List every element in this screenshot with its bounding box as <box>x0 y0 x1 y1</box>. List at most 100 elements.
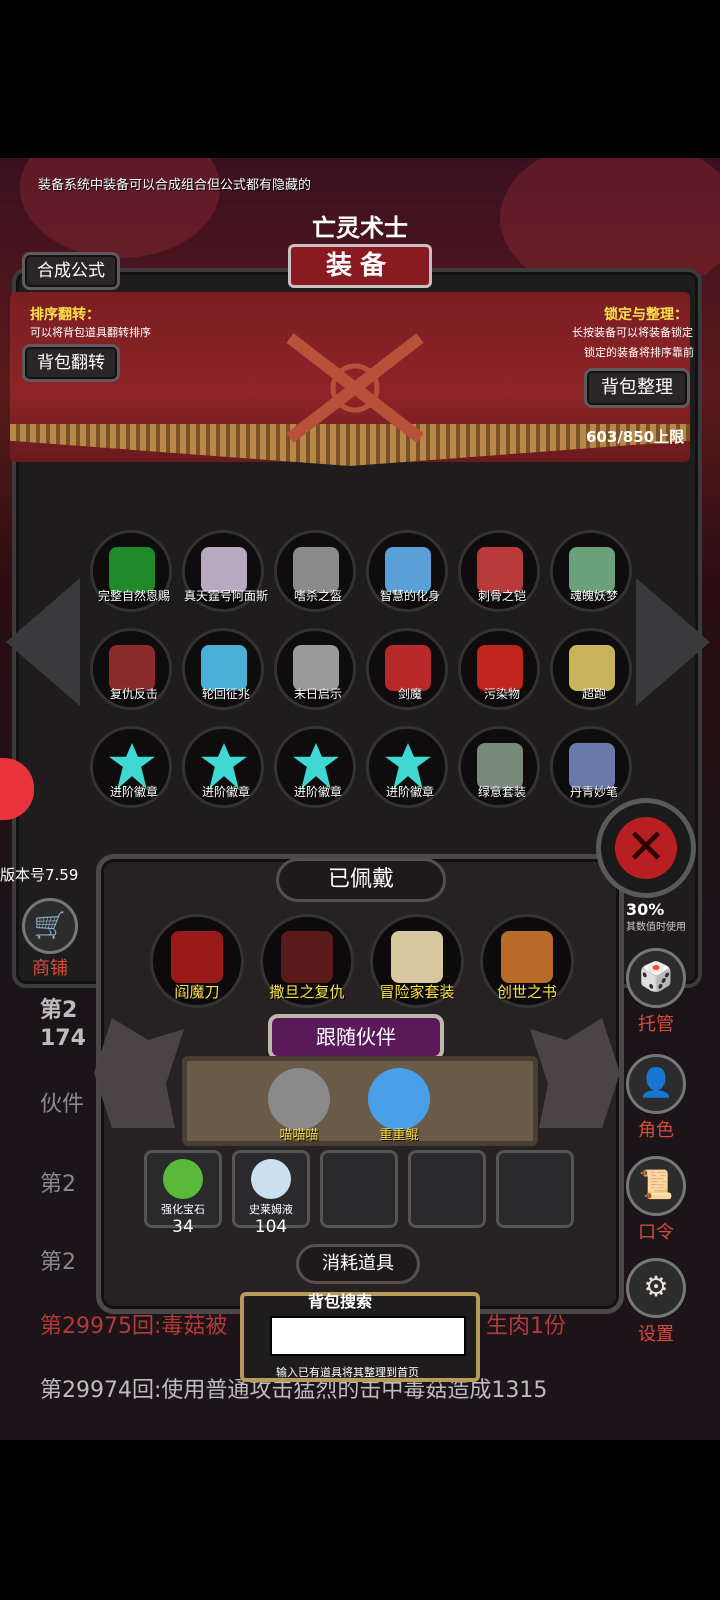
log-line: 174 <box>40 1026 86 1051</box>
shop-label: 商铺 <box>32 958 68 979</box>
partner-icon[interactable] <box>268 1068 330 1130</box>
inventory-item[interactable]: 轮回征兆 <box>182 628 264 710</box>
consumables-title: 消耗道具 <box>296 1244 420 1284</box>
item-name: 真天霆号阿面斯 <box>183 589 268 603</box>
item-name: 轮回征兆 <box>201 687 250 701</box>
consumable-count: 34 <box>172 1217 194 1237</box>
inventory-item[interactable]: 复仇反击 <box>90 628 172 710</box>
item-name: 魂魄妖梦 <box>569 589 618 603</box>
item-name: 丹青妙笔 <box>569 785 618 799</box>
equipped-gear-slot[interactable]: 创世之书 <box>480 914 574 1008</box>
inventory-item[interactable]: 智慧的化身 <box>366 530 448 612</box>
inventory-item[interactable]: 真天霆号阿面斯 <box>182 530 268 612</box>
character-button[interactable]: 👤 角色 <box>620 1054 692 1142</box>
consumable-slot[interactable]: 史莱姆液 104 <box>232 1150 310 1237</box>
sort-flip-title: 排序翻转： <box>30 307 100 323</box>
page-title: 装备 <box>288 244 432 288</box>
consumable-icon <box>163 1159 203 1199</box>
shop-icon: 🛒 <box>22 898 78 954</box>
lock-organize-desc1: 长按装备可以将装备锁定 <box>572 326 693 339</box>
auto-manage-button[interactable]: 🎲 托管 <box>620 948 692 1036</box>
synthesis-formula-button[interactable]: 合成公式 <box>22 252 120 290</box>
version-label: 版本号7.59 <box>0 866 79 884</box>
item-name: 智慧的化身 <box>379 589 440 603</box>
item-name: 末日启示 <box>293 687 342 701</box>
consumable-name: 强化宝石 <box>161 1203 205 1216</box>
equipped-title: 已佩戴 <box>276 858 446 902</box>
inventory-item[interactable]: 魂魄妖梦 <box>550 530 632 612</box>
equipped-gear-slot[interactable]: 撒旦之复仇 <box>260 914 354 1008</box>
shop-button[interactable]: 🛒 商铺 <box>20 898 80 980</box>
consumable-count: 104 <box>254 1217 288 1237</box>
item-name: 嗜杀之盔 <box>293 589 342 603</box>
lock-organize-title: 锁定与整理： <box>604 307 688 323</box>
close-icon: ✕ <box>615 817 677 879</box>
consumable-icon <box>251 1159 291 1199</box>
game-viewport: 装备系统中装备可以合成组合但公式都有隐藏的 第2 174 伙件 第2 第2 第2… <box>0 158 720 1440</box>
log-line: 第2 <box>40 998 78 1023</box>
gear-name: 撒旦之复仇 <box>269 983 345 1001</box>
settings-button[interactable]: ⚙ 设置 <box>620 1258 692 1346</box>
item-name: 进阶徽章 <box>201 785 250 799</box>
gear-icon <box>171 931 223 983</box>
partner-icon[interactable] <box>368 1068 430 1130</box>
gear-name: 阎魔刀 <box>174 983 220 1001</box>
consumable-slot[interactable] <box>408 1150 486 1228</box>
gear-icon <box>281 931 333 983</box>
password-label: 口令 <box>638 1222 674 1243</box>
close-button[interactable]: ✕ <box>596 798 696 898</box>
inventory-item[interactable]: 末日启示 <box>274 628 356 710</box>
consumable-slot[interactable]: 强化宝石 34 <box>144 1150 222 1237</box>
lock-organize-desc2: 锁定的装备将排序靠前 <box>584 346 694 359</box>
top-hint-text: 装备系统中装备可以合成组合但公式都有隐藏的 <box>38 178 312 193</box>
title-banner: 亡灵术士 装备 <box>244 204 476 308</box>
inventory-item[interactable]: 绿意套装 <box>458 726 540 808</box>
crossed-swords-emblem <box>286 333 424 443</box>
dice-icon: 🎲 <box>626 948 686 1008</box>
bag-search-input[interactable] <box>270 1316 466 1356</box>
inventory-item[interactable]: 进阶徽章 <box>90 726 172 808</box>
item-name: 剑魔 <box>397 687 422 701</box>
inventory-item[interactable]: 完整自然恩赐 <box>90 530 172 612</box>
item-name: 进阶徽章 <box>385 785 434 799</box>
percent-value: 30% <box>626 900 665 919</box>
item-name: 超跑 <box>581 687 606 701</box>
gear-name: 创世之书 <box>496 983 557 1001</box>
consumable-slot[interactable] <box>320 1150 398 1228</box>
equipped-gear-slot[interactable]: 阎魔刀 <box>150 914 244 1008</box>
gear-icon <box>391 931 443 983</box>
character-label: 角色 <box>638 1120 674 1141</box>
password-button[interactable]: 📜 口令 <box>620 1156 692 1244</box>
background-cloud <box>20 158 220 258</box>
item-name: 复仇反击 <box>109 687 158 701</box>
item-name: 刺骨之铠 <box>477 589 526 603</box>
inventory-item[interactable]: 进阶徽章 <box>274 726 356 808</box>
log-line: 第2 <box>40 1250 76 1275</box>
scroll-icon: 📜 <box>626 1156 686 1216</box>
item-name: 完整自然恩赐 <box>97 589 170 603</box>
bag-search-label: 背包搜索 <box>308 1292 373 1311</box>
item-name: 进阶徽章 <box>293 785 342 799</box>
inventory-item[interactable]: 进阶徽章 <box>182 726 264 808</box>
inventory-item[interactable]: 刺骨之铠 <box>458 530 540 612</box>
inventory-item[interactable]: 超跑 <box>550 628 632 710</box>
bag-search-hint: 输入已有道具将其整理到首页 <box>276 1366 419 1379</box>
bag-flip-button[interactable]: 背包翻转 <box>22 344 120 382</box>
item-name: 绿意套装 <box>477 785 526 799</box>
inventory-item[interactable]: 污染物 <box>458 628 540 710</box>
partner-name: 重重鲲 <box>379 1128 419 1143</box>
partner-title: 跟随伙伴 <box>268 1014 444 1060</box>
inventory-item[interactable]: 剑魔 <box>366 628 448 710</box>
consumable-slot[interactable] <box>496 1150 574 1228</box>
consumable-name: 史莱姆液 <box>249 1203 293 1216</box>
bag-capacity: 603/850上限 <box>586 428 685 446</box>
sort-flip-desc: 可以将背包道具翻转排序 <box>30 326 151 339</box>
class-title: 亡灵术士 <box>312 214 408 242</box>
equipped-gear-slot[interactable]: 冒险家套装 <box>370 914 464 1008</box>
gear-icon <box>501 931 553 983</box>
inventory-item[interactable]: 进阶徽章 <box>366 726 448 808</box>
inventory-item[interactable]: 嗜杀之盔 <box>274 530 356 612</box>
bag-organize-button[interactable]: 背包整理 <box>584 368 690 408</box>
item-name: 污染物 <box>483 687 520 701</box>
inventory-item[interactable]: 丹青妙笔 <box>550 726 632 808</box>
